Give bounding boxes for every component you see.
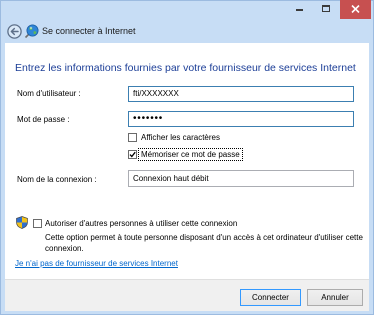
connect-button[interactable]: Connecter xyxy=(240,289,301,306)
password-field[interactable]: ••••••• xyxy=(128,111,354,127)
window-title: Se connecter à Internet xyxy=(42,26,136,36)
connect-dialog-window: Se connecter à Internet Entrez les infor… xyxy=(0,0,374,315)
close-icon xyxy=(351,5,360,13)
username-label: Nom d'utilisateur : xyxy=(17,89,81,98)
maximize-button[interactable] xyxy=(312,0,339,19)
connection-name-value: Connexion haut débit xyxy=(133,174,209,183)
minimize-button[interactable] xyxy=(285,0,312,19)
password-value: ••••••• xyxy=(133,113,164,124)
allow-others-label[interactable]: Autoriser d'autres personnes à utiliser … xyxy=(45,219,237,229)
main-instruction-heading: Entrez les informations fournies par vot… xyxy=(15,62,356,74)
minimize-icon xyxy=(296,9,303,11)
content-panel: Entrez les informations fournies par vot… xyxy=(5,43,369,279)
connection-name-field[interactable]: Connexion haut débit xyxy=(128,170,354,187)
checkmark-icon xyxy=(129,151,136,158)
back-arrow-icon xyxy=(7,24,22,39)
connection-name-label: Nom de la connexion : xyxy=(17,175,97,184)
back-button[interactable] xyxy=(7,24,22,39)
allow-others-checkbox[interactable] xyxy=(33,219,42,228)
allow-others-description: Cette option permet à toute personne dis… xyxy=(45,233,363,253)
maximize-icon xyxy=(322,5,330,12)
network-globe-icon xyxy=(24,24,39,39)
username-value: fti/XXXXXXX xyxy=(133,89,179,98)
no-isp-link[interactable]: Je n'ai pas de fournisseur de services I… xyxy=(15,259,178,269)
remember-password-checkbox[interactable] xyxy=(128,150,137,159)
command-area: Connecter Annuler xyxy=(5,279,369,311)
cancel-button[interactable]: Annuler xyxy=(307,289,363,306)
show-characters-label[interactable]: Afficher les caractères xyxy=(141,133,220,143)
remember-password-label[interactable]: Mémoriser ce mot de passe xyxy=(138,148,243,161)
password-label: Mot de passe : xyxy=(17,115,70,124)
username-field[interactable]: fti/XXXXXXX xyxy=(128,86,354,102)
uac-shield-icon xyxy=(16,216,28,229)
close-button[interactable] xyxy=(340,0,371,19)
show-characters-checkbox[interactable] xyxy=(128,133,137,142)
